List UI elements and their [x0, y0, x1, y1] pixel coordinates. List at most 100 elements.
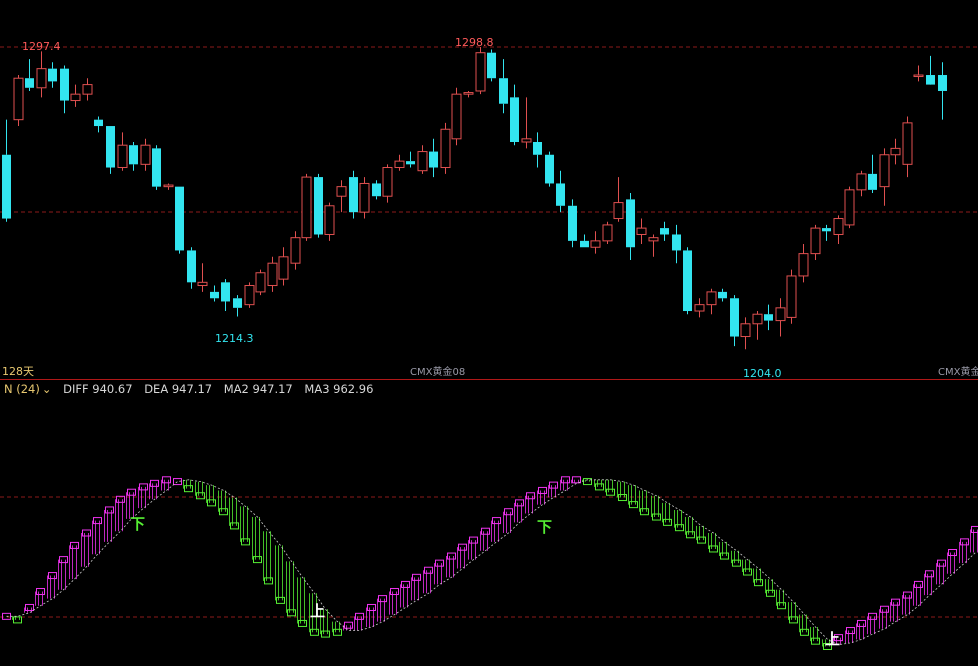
candle-body [382, 167, 393, 197]
indicator-bar [401, 580, 410, 588]
sell-signal-2: 下 [537, 518, 553, 536]
candle-body [499, 78, 508, 104]
indicator-bar [709, 545, 718, 553]
indicator-bar [36, 588, 45, 596]
candle-body [140, 144, 151, 165]
candle-body [660, 228, 669, 235]
candle-body [349, 177, 358, 213]
symbol-marker-1: CMX黄金08 [410, 367, 466, 378]
indicator-bar [321, 630, 330, 638]
indicator-bar [25, 603, 34, 611]
candle-body [764, 314, 773, 321]
low-label-1: 1214.3 [215, 332, 254, 345]
candle-body [187, 250, 196, 283]
candle-body [902, 122, 913, 165]
candle-body [210, 291, 219, 299]
indicator-bar [663, 518, 672, 526]
ma3-value: MA3 962.96 [304, 382, 374, 396]
indicator-bar [743, 568, 752, 576]
indicator-bar [549, 481, 558, 489]
indicator-bar [652, 513, 661, 521]
indicator-bar [82, 529, 91, 537]
indicator-bar [606, 488, 615, 496]
candle-body [394, 160, 405, 169]
indicator-bar [458, 543, 467, 551]
candle-body [913, 74, 924, 78]
candle-body [70, 93, 81, 102]
indicator-header: N (24) ⌄ DIFF 940.67 DEA 947.17 MA2 947.1… [4, 382, 381, 396]
candle-body [324, 205, 335, 235]
candle-body [718, 291, 727, 299]
indicator-bar [469, 536, 478, 544]
candle-body [163, 184, 174, 188]
candle-body [890, 147, 901, 156]
candle-body [636, 227, 647, 235]
indicator-bar [800, 628, 809, 636]
candle-body [545, 154, 554, 184]
indicator-bar [789, 616, 798, 624]
indicator-bar [150, 479, 159, 487]
candle-body [510, 97, 519, 142]
candle-body [856, 173, 867, 191]
indicator-bar [367, 603, 376, 611]
indicator-selector[interactable]: N (24) ⌄ [4, 382, 52, 396]
indicator-bar [105, 506, 114, 514]
candle-body [336, 186, 347, 197]
chart-canvas [0, 46, 978, 650]
indicator-bar [435, 559, 444, 567]
indicator-bar [412, 573, 421, 581]
candle-body [752, 313, 763, 325]
candle-body [602, 224, 613, 242]
buy-signal-2: 上 [825, 630, 841, 648]
days-label: 128天 [2, 365, 34, 378]
indicator-bar [355, 612, 364, 620]
candle-body [648, 237, 659, 242]
indicator-bar [675, 524, 684, 532]
candle-body [359, 182, 370, 213]
high-label-1: 1297.4 [22, 40, 61, 53]
candle-body [117, 144, 128, 169]
indicator-bar [162, 476, 171, 484]
indicator-bar [310, 628, 319, 636]
candle-body [798, 253, 809, 277]
low-label-2: 1204.0 [743, 367, 782, 380]
indicator-bar [937, 559, 946, 567]
indicator-bar [287, 609, 296, 617]
indicator-bar [139, 483, 148, 491]
indicator-bar [447, 552, 456, 560]
candle-body [556, 183, 565, 206]
indicator-bar [777, 602, 786, 610]
indicator-bar [196, 492, 205, 500]
high-label-2: 1298.8 [455, 36, 494, 49]
candle-body [810, 227, 821, 255]
symbol-marker-2: CMX黄金 [938, 367, 978, 378]
ma2-value: MA2 947.17 [223, 382, 293, 396]
indicator-bar [720, 552, 729, 560]
indicator-bar [903, 591, 912, 599]
indicator-bar [504, 508, 513, 516]
indicator-bar [526, 492, 535, 500]
candle-body [301, 176, 312, 239]
buy-signal-1: 上 [310, 602, 326, 620]
candle-body [278, 256, 289, 280]
indicator-bar [127, 488, 136, 496]
indicator-bar [948, 549, 957, 557]
indicator-name: N (24) [4, 382, 40, 396]
candle-body [314, 177, 323, 235]
indicator-bar [686, 531, 695, 539]
indicator-bar [754, 579, 763, 587]
candle-body [417, 151, 428, 172]
indicator-bar [344, 621, 353, 629]
candle-body [822, 228, 831, 232]
candle-body [730, 298, 739, 337]
indicator-bar [629, 501, 638, 509]
candle-body [25, 78, 34, 88]
candle-body [580, 240, 589, 248]
candle-body [740, 323, 751, 338]
candle-body [2, 154, 11, 219]
candle-body [94, 119, 103, 127]
indicator-bar [914, 580, 923, 588]
candle-body [926, 75, 935, 85]
indicator-bar [207, 499, 216, 507]
candle-body [13, 77, 24, 121]
